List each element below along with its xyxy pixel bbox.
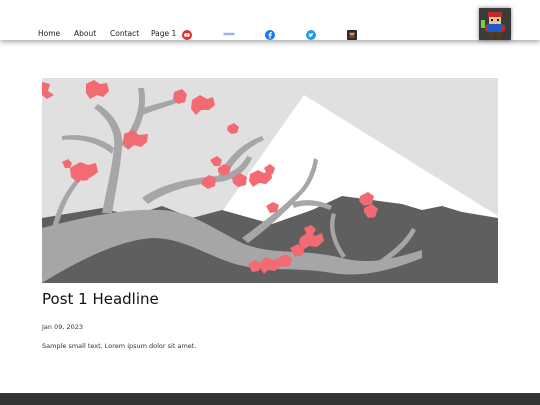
youtube-icon[interactable] — [182, 30, 192, 40]
nav-link-page-1[interactable]: Page 1 — [151, 29, 176, 38]
post-excerpt: Sample small text. Lorem ipsum dolor sit… — [42, 342, 197, 350]
twitter-icon[interactable] — [306, 30, 316, 40]
app-icon[interactable] — [347, 30, 357, 40]
user-avatar[interactable] — [479, 8, 511, 40]
post-hero-image[interactable] — [42, 78, 498, 283]
page-footer — [0, 393, 540, 405]
nav-link-contact[interactable]: Contact — [110, 29, 139, 38]
blogger-icon[interactable] — [223, 31, 235, 37]
post-headline[interactable]: Post 1 Headline — [42, 290, 159, 308]
facebook-icon[interactable] — [265, 30, 275, 40]
nav-link-about[interactable]: About — [74, 29, 96, 38]
top-navbar: Home About Contact Page 1 — [0, 0, 540, 40]
nav-link-home[interactable]: Home — [38, 29, 60, 38]
post-date: Jan 09, 2023 — [42, 323, 84, 331]
